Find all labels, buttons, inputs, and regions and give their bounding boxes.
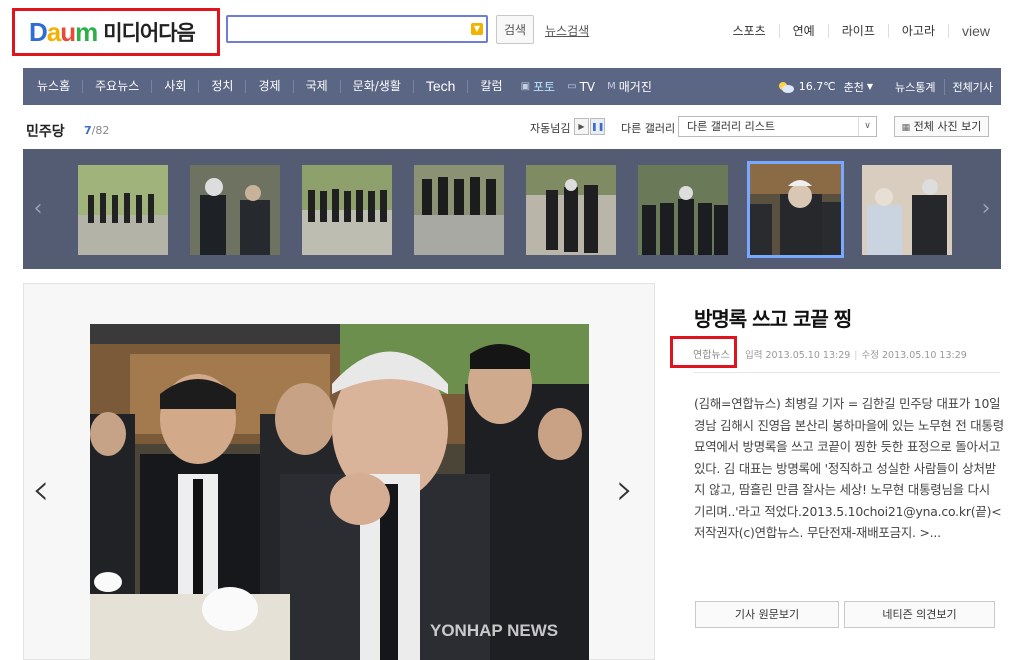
comments-button[interactable]: 네티즌 의견보기 (844, 601, 995, 628)
search-field[interactable] (228, 17, 468, 41)
nav-society[interactable]: 사회 (151, 80, 198, 93)
logo-highlight-box[interactable]: Daum 미디어다음 (12, 8, 220, 56)
autoplay-label: 자동넘김 (530, 122, 571, 135)
divider (694, 372, 1000, 373)
nav-economy[interactable]: 경제 (245, 80, 292, 93)
site-subtitle[interactable]: 미디어다음 (103, 17, 196, 47)
gallery-select[interactable]: 다른 갤러리 리스트 ∨ (678, 116, 877, 137)
nav-photo[interactable]: ▣ 포토 (515, 78, 562, 95)
photo-counter: 7/82 (84, 124, 110, 137)
nav-news-stats[interactable]: 뉴스통계 (887, 79, 943, 95)
nav-all-articles[interactable]: 전체기사 (943, 78, 1001, 95)
main-photo: YONHAP NEWS (90, 324, 589, 660)
top-link-view[interactable]: view (947, 24, 990, 38)
photo-viewer: ‹ YONHAP NEWS › (23, 283, 655, 660)
partly-cloudy-icon (778, 81, 794, 93)
chevron-down-icon: ▼ (866, 82, 874, 91)
nav-column[interactable]: 칼럼 (467, 80, 514, 93)
strip-prev-icon[interactable]: ‹ (23, 149, 53, 269)
article-title: 방명록 쓰고 코끝 찡 (694, 307, 852, 331)
other-gallery-label: 다른 갤러리 (621, 122, 676, 135)
top-link-life[interactable]: 라이프 (827, 24, 888, 38)
thumbnail[interactable] (78, 165, 168, 255)
thumbnail[interactable] (414, 165, 504, 255)
search-dropdown-icon[interactable]: ▼ (471, 23, 483, 35)
top-link-sports[interactable]: 스포츠 (720, 24, 779, 38)
search-input[interactable]: ▼ (226, 15, 488, 43)
thumbnail[interactable] (638, 165, 728, 255)
daum-logo[interactable]: Daum (29, 17, 98, 48)
nav-news-home[interactable]: 뉴스홈 (23, 80, 82, 93)
main-navigation: 뉴스홈 주요뉴스 사회 정치 경제 국제 문화/생활 Tech 칼럼 ▣ 포토 … (23, 68, 1001, 105)
nav-tv[interactable]: ▭ TV (561, 80, 601, 94)
photo-next-icon[interactable]: › (616, 464, 634, 515)
thumbnail[interactable] (190, 165, 280, 255)
weather-widget[interactable]: 16.7℃ 춘천 ▼ (777, 79, 873, 95)
chevron-down-icon: ∨ (858, 117, 876, 136)
nav-politics[interactable]: 정치 (198, 80, 245, 93)
view-all-photos-button[interactable]: ▦ 전체 사진 보기 (894, 116, 989, 137)
thumbnail-active[interactable] (747, 161, 844, 258)
thumbnail-strip: ‹ › (23, 149, 1001, 269)
top-link-entertainment[interactable]: 연예 (778, 24, 828, 38)
thumbnail[interactable] (526, 165, 616, 255)
top-links: 스포츠 연예 라이프 아고라 view (720, 24, 990, 38)
camera-icon: ▣ (520, 81, 531, 92)
search-button[interactable]: 검색 (496, 15, 534, 44)
grid-icon: ▦ (901, 123, 911, 133)
article-body: (김해=연합뉴스) 최병길 기자 = 김한길 민주당 대표가 10일 경남 김해… (694, 396, 1004, 540)
thumbnail[interactable] (302, 165, 392, 255)
photo-prev-icon[interactable]: ‹ (32, 464, 50, 515)
strip-next-icon[interactable]: › (971, 149, 1001, 269)
nav-culture[interactable]: 문화/생활 (339, 80, 413, 93)
weather-city: 춘천 (843, 80, 864, 94)
article-timestamps: 입력 2013.05.10 13:29 | 수정 2013.05.10 13:29 (745, 350, 967, 361)
news-search-link[interactable]: 뉴스검색 (545, 22, 589, 39)
article-source[interactable]: 연합뉴스 (693, 346, 730, 361)
magazine-icon: M (607, 81, 616, 92)
play-button[interactable]: ▶ (574, 118, 589, 135)
yonhap-watermark: YONHAP NEWS (430, 621, 559, 640)
nav-tech[interactable]: Tech (412, 79, 468, 93)
tv-icon: ▭ (567, 81, 577, 92)
gallery-title: 민주당 (26, 124, 65, 140)
pause-button[interactable]: ❚❚ (590, 118, 605, 135)
nav-magazine[interactable]: M 매거진 (601, 78, 658, 95)
original-article-button[interactable]: 기사 원문보기 (695, 601, 839, 628)
nav-top-news[interactable]: 주요뉴스 (82, 80, 151, 93)
nav-international[interactable]: 국제 (292, 80, 340, 93)
top-link-agora[interactable]: 아고라 (887, 24, 948, 38)
thumbnail[interactable] (862, 165, 952, 255)
weather-temp: 16.7℃ (798, 80, 836, 93)
